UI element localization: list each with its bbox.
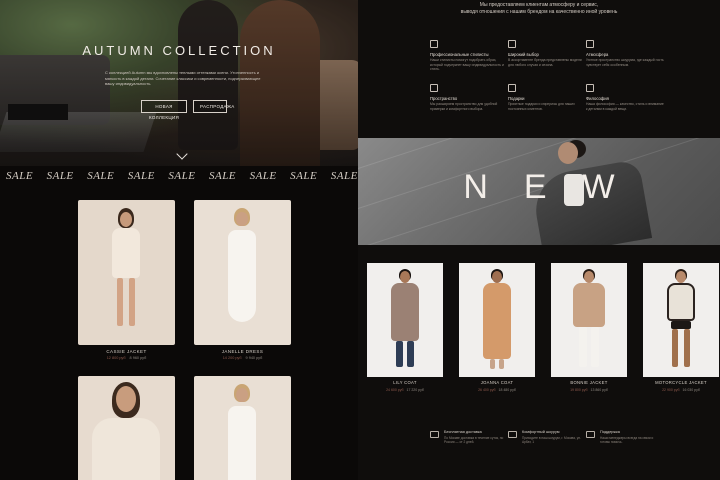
feature-text: Наша философия — качество, стиль и внима…: [586, 102, 664, 111]
service-text: Приходите в наш шоурум, г. Москва, ул. А…: [522, 436, 581, 445]
atmosphere-icon: [586, 40, 594, 48]
feature-title: Философия: [586, 96, 609, 101]
product-name[interactable]: JANELLE DRESS: [194, 349, 291, 354]
product-price: 14 200 руб 9 940 руб: [194, 356, 291, 360]
product-old-price: 24 600 руб: [386, 388, 404, 392]
product-photo[interactable]: [194, 200, 291, 345]
sale-word: SALE: [6, 170, 34, 182]
product-price: 26 400 руб 18 480 руб: [459, 388, 535, 392]
product-name[interactable]: LILY COAT: [367, 380, 443, 385]
product-current-price: 13 860 руб: [590, 388, 608, 392]
gift-icon: [508, 84, 516, 92]
hero-banner: AUTUMN COLLECTION С коллекцией Autumn мы…: [0, 0, 358, 166]
left-page: AUTUMN COLLECTION С коллекцией Autumn мы…: [0, 0, 358, 480]
product-current-price: 16 030 руб: [682, 388, 700, 392]
service-text: По Москве доставка в течение суток, по Р…: [444, 436, 504, 445]
sale-word: SALE: [330, 170, 358, 182]
service-title: Поддержка: [600, 430, 620, 434]
product-current-price: 18 480 руб: [498, 388, 516, 392]
product-price: 22 900 руб 16 030 руб: [643, 388, 719, 392]
new-banner-title: NEW: [463, 168, 651, 206]
services-intro-line-2: выводя отношения с нашим брендом на каче…: [460, 9, 618, 15]
hero-description: С коллекцией Autumn мы вдохновлены теплы…: [105, 70, 261, 86]
sale-word: SALE: [290, 170, 318, 182]
hanger-icon: [508, 40, 516, 48]
feature-text: Наши стилисты помогут подобрать образ, к…: [430, 58, 504, 72]
product-price: 24 600 руб 17 220 руб: [367, 388, 443, 392]
feature-text: Приятные подарки и сюрпризы для наших по…: [508, 102, 575, 111]
product-old-price: 19 800 руб: [570, 388, 588, 392]
stylist-icon: [430, 40, 438, 48]
product-photo[interactable]: [551, 263, 627, 377]
services-intro-line-1: Мы предоставляем клиентам атмосферу и се…: [479, 2, 599, 8]
product-old-price: 22 900 руб: [662, 388, 680, 392]
product-photo[interactable]: [194, 376, 291, 480]
philosophy-icon: [586, 84, 594, 92]
sale-word: SALE: [208, 170, 237, 182]
service-text: Наши менеджеры всегда на связи и готовы …: [600, 436, 654, 445]
hero-title: AUTUMN COLLECTION: [82, 43, 276, 58]
sale-word: SALE: [249, 170, 277, 182]
feature-title: Пространство: [430, 96, 458, 101]
product-old-price: 12 800 руб: [106, 356, 126, 360]
sale-word: SALE: [127, 170, 155, 182]
feature-text: В ассортименте бренда представлены модел…: [508, 58, 582, 67]
product-name[interactable]: CASSIE JACKET: [78, 349, 175, 354]
product-photo[interactable]: [78, 376, 175, 480]
right-page: Мы предоставляем клиентам атмосферу и се…: [358, 0, 720, 480]
feature-title: Подарки: [508, 96, 525, 101]
new-collection-button[interactable]: НОВАЯ КОЛЛЕКЦИЯ: [141, 100, 187, 120]
product-photo[interactable]: [459, 263, 535, 377]
product-current-price: 17 220 руб: [406, 388, 424, 392]
product-photo[interactable]: [367, 263, 443, 377]
location-icon: [508, 431, 517, 438]
sale-marquee: SALE SALE SALE SALE SALE SALE SALE SALE …: [0, 166, 358, 186]
feature-text: Мы расширяем пространство для удобной пр…: [430, 102, 498, 111]
phone-icon: [586, 431, 595, 438]
sale-button[interactable]: РАСПРОДАЖА: [193, 100, 234, 113]
service-title: Комфортный шоурум: [522, 430, 560, 434]
product-name[interactable]: MOTORCYCLE JACKET: [643, 380, 719, 385]
product-current-price: 8 960 руб: [129, 356, 147, 360]
new-arrivals-banner[interactable]: NEW: [358, 138, 720, 245]
feature-title: Профессиональные стилисты: [430, 52, 489, 57]
feature-title: Атмосфера: [586, 52, 609, 57]
feature-title: Широкий выбор: [508, 52, 539, 57]
product-old-price: 14 200 руб: [222, 356, 242, 360]
product-photo[interactable]: [78, 200, 175, 345]
building-icon: [430, 84, 438, 92]
sale-word: SALE: [46, 170, 74, 182]
product-price: 19 800 руб 13 860 руб: [551, 388, 627, 392]
sale-word: SALE: [87, 170, 115, 182]
product-name[interactable]: BONNIE JACKET: [551, 380, 627, 385]
product-old-price: 26 400 руб: [478, 388, 496, 392]
feature-text: Уютное пространство шоурума, где каждый …: [586, 58, 664, 67]
services-intro: Мы предоставляем клиентам атмосферу и се…: [358, 2, 720, 16]
product-name[interactable]: JOANNA COAT: [459, 380, 535, 385]
product-current-price: 9 940 руб: [245, 356, 263, 360]
product-price: 12 800 руб 8 960 руб: [78, 356, 175, 360]
truck-icon: [430, 431, 439, 438]
sale-word: SALE: [168, 170, 196, 182]
service-title: Бесплатная доставка: [444, 430, 482, 434]
product-photo[interactable]: [643, 263, 719, 377]
